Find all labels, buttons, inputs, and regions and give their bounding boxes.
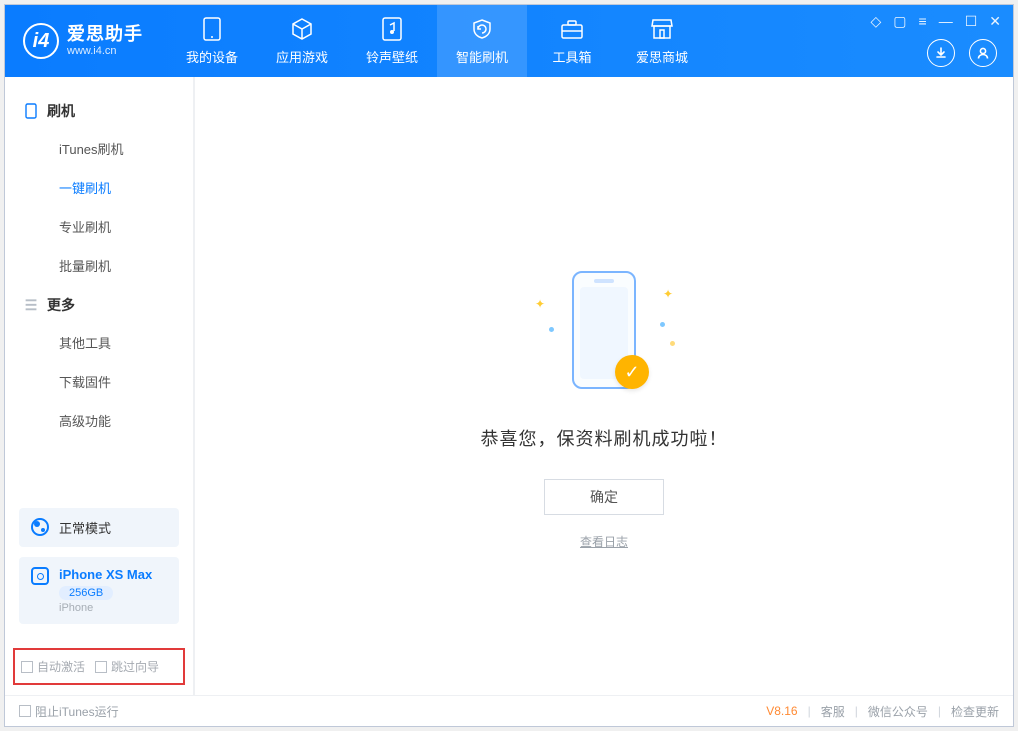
titlebar: i4 爱思助手 www.i4.cn 我的设备 应用游戏 铃声壁纸 智能刷机 [5,5,1013,77]
sidebar-group-flash: 刷机 [23,101,185,121]
maximize-button[interactable]: ☐ [965,13,978,30]
checkbox-skip-wizard[interactable]: 跳过向导 [95,658,159,675]
device-mode-row[interactable]: 正常模式 [19,508,179,547]
lock-icon[interactable]: ▢ [893,13,906,30]
device-icon [199,16,225,42]
options-highlighted: 自动激活 跳过向导 [13,648,185,685]
check-badge-icon: ✓ [615,355,649,389]
minimize-button[interactable]: — [939,13,953,30]
support-link[interactable]: 客服 [821,703,845,720]
download-button[interactable] [927,39,955,67]
sparkle-icon: ✦ [535,297,545,311]
phone-icon [23,103,39,119]
sidebar-group-more: ☰ 更多 [23,295,185,315]
statusbar: 阻止iTunes运行 V8.16 | 客服 | 微信公众号 | 检查更新 [5,696,1013,726]
toolbox-icon [559,16,585,42]
app-name: 爱思助手 [67,24,143,45]
sparkle-icon: ✦ [663,287,673,301]
device-panel: 正常模式 iPhone XS Max 256GB iPhone [19,508,179,634]
sidebar-batch-flash[interactable]: 批量刷机 [23,246,185,285]
success-message: 恭喜您，保资料刷机成功啦！ [481,425,728,451]
checkbox-auto-activate[interactable]: 自动激活 [21,658,85,675]
device-small-icon [31,567,49,585]
nav-ringtones[interactable]: 铃声壁纸 [347,5,437,77]
check-update-link[interactable]: 检查更新 [951,703,999,720]
sidebar: 刷机 iTunes刷机 一键刷机 专业刷机 批量刷机 ☰ 更多 其他工具 下载固… [5,77,195,695]
list-icon: ☰ [23,297,39,313]
cube-icon [289,16,315,42]
device-info-row[interactable]: iPhone XS Max 256GB iPhone [19,557,179,624]
dot-icon [660,322,665,327]
success-illustration: ✦ ✦ ✓ [563,267,645,397]
main-content: ✦ ✦ ✓ 恭喜您，保资料刷机成功啦！ 确定 查看日志 [195,77,1013,695]
device-name: iPhone XS Max [59,567,152,582]
shirt-icon[interactable]: ◇ [871,13,882,30]
wechat-link[interactable]: 微信公众号 [868,703,928,720]
refresh-shield-icon [469,16,495,42]
sidebar-download-firmware[interactable]: 下载固件 [23,362,185,401]
checkbox-icon [95,661,107,673]
titlebar-actions [927,39,997,67]
window-controls: ◇ ▢ ≡ — ☐ ✕ [871,13,1001,30]
logo[interactable]: i4 爱思助手 www.i4.cn [23,23,143,59]
sidebar-other-tools[interactable]: 其他工具 [23,323,185,362]
device-mode: 正常模式 [59,518,111,537]
music-file-icon [379,16,405,42]
nav-store[interactable]: 爱思商城 [617,5,707,77]
sidebar-advanced[interactable]: 高级功能 [23,401,185,440]
app-window: i4 爱思助手 www.i4.cn 我的设备 应用游戏 铃声壁纸 智能刷机 [4,4,1014,727]
user-button[interactable] [969,39,997,67]
close-button[interactable]: ✕ [989,13,1001,30]
mode-icon [31,518,49,536]
checkbox-block-itunes[interactable]: 阻止iTunes运行 [19,703,119,720]
app-site: www.i4.cn [67,45,143,58]
shop-icon [649,16,675,42]
main-nav: 我的设备 应用游戏 铃声壁纸 智能刷机 工具箱 爱思商城 [167,5,707,77]
view-log-link[interactable]: 查看日志 [580,533,628,550]
dot-icon [670,341,675,346]
logo-icon: i4 [23,23,59,59]
nav-toolbox[interactable]: 工具箱 [527,5,617,77]
device-type: iPhone [59,602,152,614]
checkbox-icon [21,661,33,673]
sidebar-pro-flash[interactable]: 专业刷机 [23,207,185,246]
dot-icon [549,327,554,332]
sidebar-itunes-flash[interactable]: iTunes刷机 [23,129,185,168]
ok-button[interactable]: 确定 [544,479,664,515]
body: 刷机 iTunes刷机 一键刷机 专业刷机 批量刷机 ☰ 更多 其他工具 下载固… [5,77,1013,696]
menu-icon[interactable]: ≡ [919,13,927,30]
nav-flash[interactable]: 智能刷机 [437,5,527,77]
checkbox-icon [19,705,31,717]
nav-apps[interactable]: 应用游戏 [257,5,347,77]
sidebar-one-click-flash[interactable]: 一键刷机 [23,168,185,207]
nav-my-device[interactable]: 我的设备 [167,5,257,77]
version-label: V8.16 [766,704,797,718]
device-storage: 256GB [59,586,113,600]
